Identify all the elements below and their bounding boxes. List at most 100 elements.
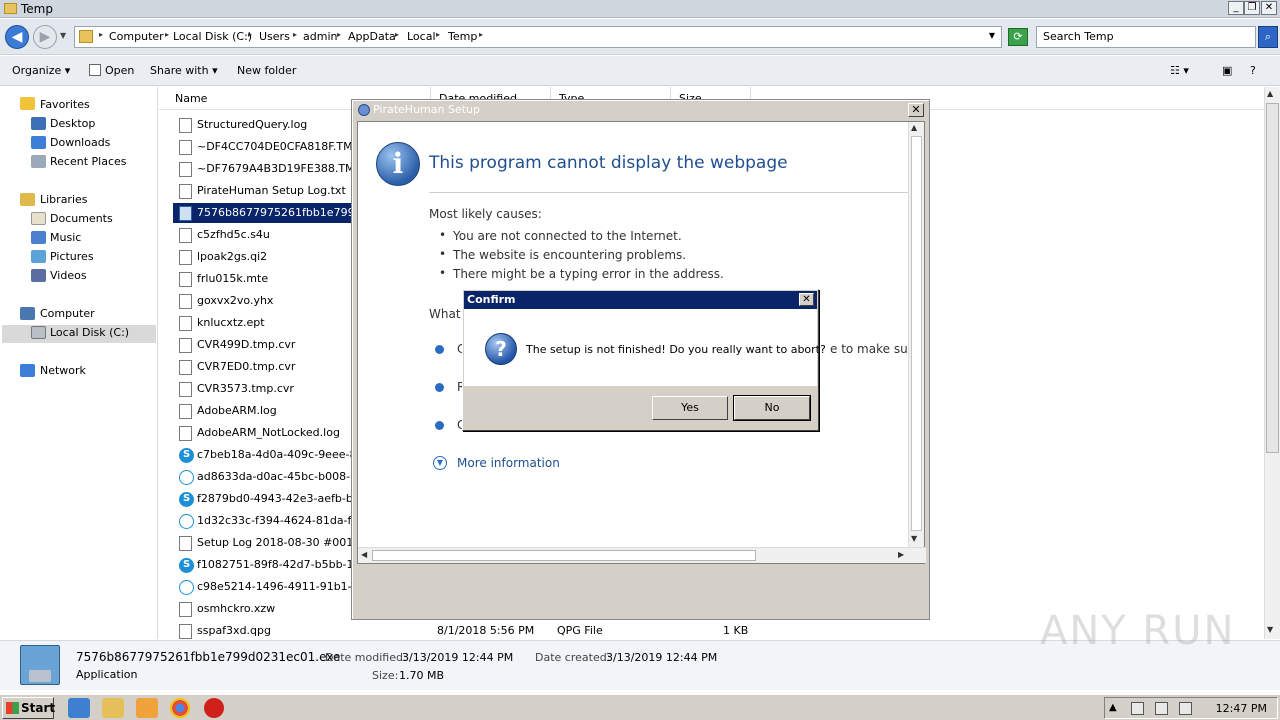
- recent-pages-dropdown[interactable]: ▼: [60, 31, 66, 40]
- internet-explorer-icon[interactable]: [68, 698, 90, 718]
- document-icon: [179, 624, 192, 639]
- chevron-right-icon[interactable]: ▸: [165, 30, 169, 39]
- scrollbar-thumb[interactable]: [911, 136, 922, 531]
- search-input[interactable]: Search Temp: [1036, 26, 1256, 48]
- file-name: c5zfhd5c.s4u: [197, 228, 270, 241]
- document-icon: [179, 118, 192, 133]
- file-name: ~DF7679A4B3D19FE388.TMP: [197, 162, 362, 175]
- address-bar[interactable]: ▸ Computer ▸ Local Disk (C:) ▸ Users ▸ a…: [74, 26, 1002, 48]
- file-name: c98e5214-1496-4911-91b1-d62: [197, 580, 373, 593]
- cause-item: You are not connected to the Internet.: [439, 228, 682, 243]
- nav-videos[interactable]: Videos: [50, 269, 87, 282]
- minimize-button[interactable]: _: [1228, 1, 1244, 15]
- scrollbar-thumb[interactable]: [1266, 103, 1279, 453]
- search-icon[interactable]: ⌕: [1258, 26, 1278, 48]
- window-titlebar: Temp _ ❐ ✕: [0, 0, 1280, 18]
- breadcrumb-local[interactable]: Local: [407, 30, 436, 43]
- computer-icon: [20, 307, 35, 320]
- nav-desktop[interactable]: Desktop: [50, 117, 95, 130]
- yes-button[interactable]: Yes: [652, 396, 728, 420]
- scroll-down-icon[interactable]: ▼: [911, 534, 917, 543]
- file-size: 1 KB: [723, 624, 749, 637]
- breadcrumb-computer[interactable]: Computer: [109, 30, 164, 43]
- start-button[interactable]: Start: [2, 697, 55, 719]
- tray-expand-icon[interactable]: ▲: [1109, 702, 1122, 715]
- new-folder-button[interactable]: New folder: [237, 64, 296, 77]
- open-icon: [89, 64, 101, 76]
- organize-label: Organize: [12, 64, 62, 77]
- document-icon: [179, 338, 192, 353]
- setup-close-button[interactable]: ✕: [908, 103, 924, 117]
- refresh-button[interactable]: ⟳: [1008, 28, 1028, 46]
- nav-documents[interactable]: Documents: [50, 212, 113, 225]
- explorer-icon[interactable]: [102, 698, 124, 718]
- nav-computer[interactable]: Computer: [40, 307, 95, 320]
- forward-button[interactable]: ▶: [33, 25, 57, 49]
- no-button[interactable]: No: [733, 395, 811, 421]
- expand-icon[interactable]: ▼: [433, 456, 447, 470]
- back-button[interactable]: ◀: [5, 25, 29, 49]
- file-name: StructuredQuery.log: [197, 118, 308, 131]
- file-name: CVR7ED0.tmp.cvr: [197, 360, 296, 373]
- restore-button[interactable]: ❐: [1244, 1, 1260, 15]
- breadcrumb-local-disk[interactable]: Local Disk (C:): [173, 30, 252, 43]
- file-name: CVR3573.tmp.cvr: [197, 382, 294, 395]
- scroll-right-icon[interactable]: ▶: [898, 550, 904, 559]
- chevron-down-icon[interactable]: ▼: [989, 31, 995, 40]
- scroll-down-icon[interactable]: ▼: [1267, 625, 1273, 634]
- flag-icon[interactable]: [1131, 702, 1144, 715]
- chevron-right-icon[interactable]: ▸: [293, 30, 297, 39]
- help-icon[interactable]: ?: [1250, 64, 1256, 77]
- file-row[interactable]: 7576b8677975261fbb1e799d0231ec01.exe: [173, 203, 439, 223]
- vertical-scrollbar[interactable]: ▲ ▼: [1264, 87, 1280, 639]
- organize-menu[interactable]: Organize ▾: [12, 64, 70, 77]
- breadcrumb-appdata[interactable]: AppData: [348, 30, 396, 43]
- scroll-left-icon[interactable]: ◀: [361, 550, 367, 559]
- share-with-menu[interactable]: Share with ▾: [150, 64, 218, 77]
- chrome-icon[interactable]: [170, 698, 190, 718]
- content-horizontal-scrollbar[interactable]: ◀ ▶: [358, 547, 926, 563]
- chevron-right-icon[interactable]: ▸: [99, 30, 103, 39]
- app-red-icon[interactable]: [204, 698, 224, 718]
- videos-icon: [31, 269, 46, 282]
- scrollbar-thumb[interactable]: [372, 550, 756, 561]
- view-options-icon[interactable]: ☷ ▾: [1170, 64, 1189, 77]
- nav-recent-places[interactable]: Recent Places: [50, 155, 127, 168]
- nav-music[interactable]: Music: [50, 231, 81, 244]
- executable-icon: [179, 206, 192, 221]
- file-name: f1082751-89f8-42d7-b5bb-1e88: [197, 558, 375, 571]
- open-button[interactable]: Open: [89, 64, 134, 77]
- media-player-icon[interactable]: [136, 698, 158, 718]
- breadcrumb-admin[interactable]: admin: [303, 30, 337, 43]
- chevron-right-icon[interactable]: ▸: [248, 30, 252, 39]
- content-vertical-scrollbar[interactable]: ▲ ▼: [908, 122, 924, 547]
- nav-downloads[interactable]: Downloads: [50, 136, 110, 149]
- skype-icon: [179, 514, 194, 529]
- nav-libraries[interactable]: Libraries: [40, 193, 88, 206]
- chevron-right-icon[interactable]: ▸: [479, 30, 483, 39]
- clock[interactable]: 12:47 PM: [1216, 702, 1267, 715]
- details-kind: Application: [76, 668, 138, 681]
- preview-pane-icon[interactable]: ▣: [1222, 64, 1232, 77]
- details-date-created: 3/13/2019 12:44 PM: [606, 651, 718, 664]
- chevron-right-icon[interactable]: ▸: [436, 30, 440, 39]
- nav-pictures[interactable]: Pictures: [50, 250, 94, 263]
- bullet-icon: [435, 383, 444, 392]
- nav-network[interactable]: Network: [40, 364, 86, 377]
- nav-favorites[interactable]: Favorites: [40, 98, 90, 111]
- scroll-up-icon[interactable]: ▲: [911, 123, 917, 132]
- file-name: AdobeARM_NotLocked.log: [197, 426, 340, 439]
- network-tray-icon[interactable]: [1155, 702, 1168, 715]
- chevron-right-icon[interactable]: ▸: [395, 30, 399, 39]
- volume-icon[interactable]: [1179, 702, 1192, 715]
- chevron-right-icon[interactable]: ▸: [337, 30, 341, 39]
- breadcrumb-temp[interactable]: Temp: [448, 30, 477, 43]
- breadcrumb-users[interactable]: Users: [259, 30, 290, 43]
- confirm-close-button[interactable]: ✕: [799, 293, 814, 306]
- more-information-link[interactable]: More information: [457, 456, 560, 470]
- file-row[interactable]: sspaf3xd.qpg 8/1/2018 5:56 PM QPG File 1 KB: [173, 621, 1173, 639]
- file-name: f2879bd0-4943-42e3-aefb-b1ee: [197, 492, 374, 505]
- close-button[interactable]: ✕: [1261, 1, 1277, 15]
- nav-local-disk[interactable]: Local Disk (C:): [50, 326, 129, 339]
- scroll-up-icon[interactable]: ▲: [1267, 89, 1273, 98]
